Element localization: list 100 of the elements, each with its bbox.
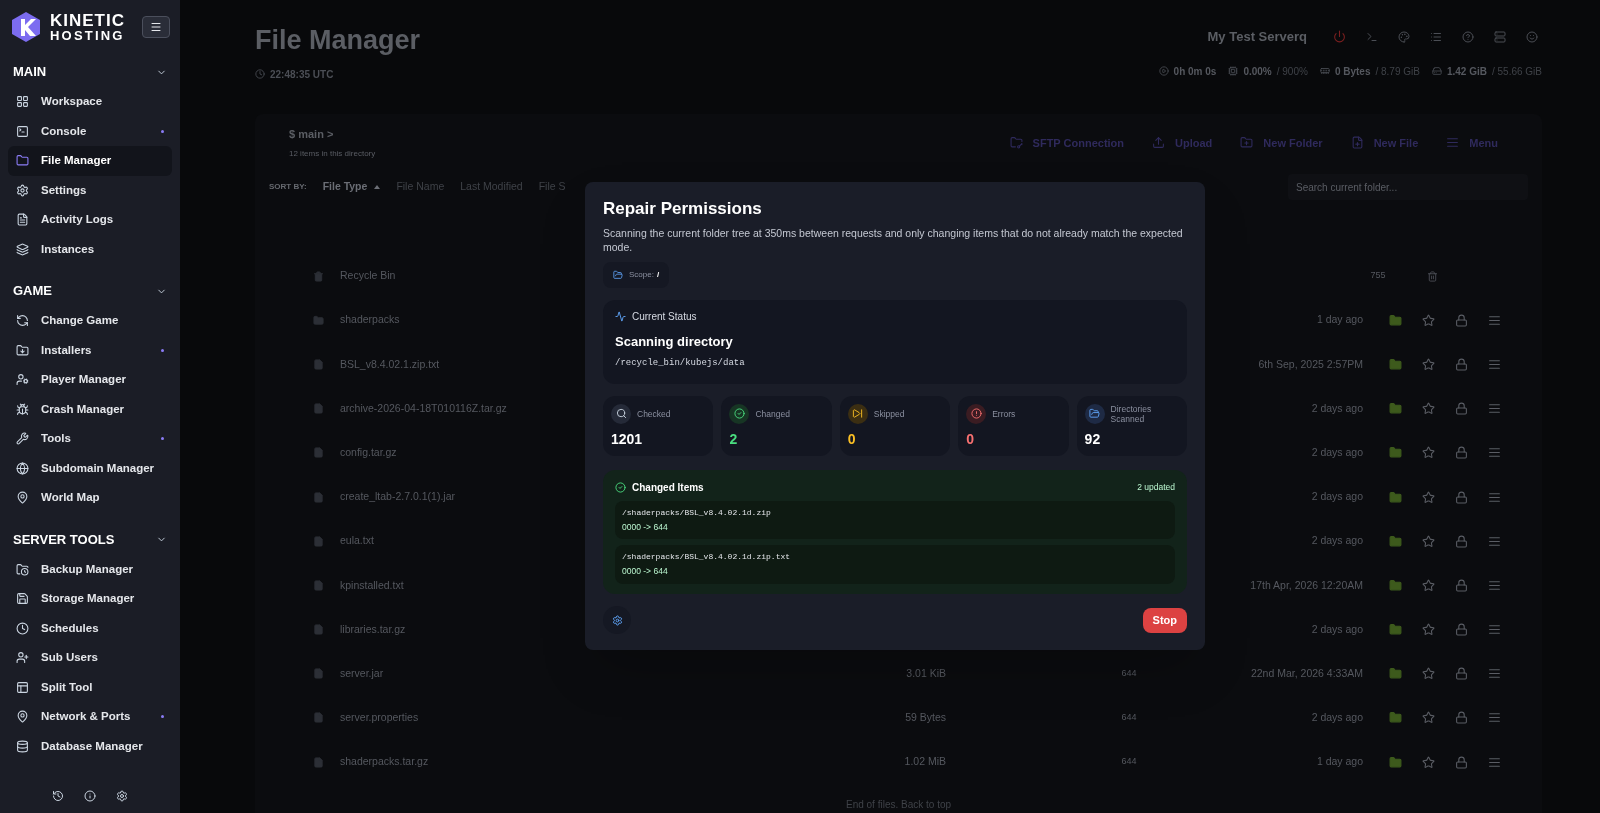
star-icon[interactable] — [1422, 578, 1435, 592]
menu-icon[interactable] — [1488, 667, 1501, 681]
sidebar-item[interactable]: Settings — [8, 175, 172, 205]
sidebar-item[interactable]: Tools — [8, 424, 172, 454]
menu-button[interactable] — [142, 16, 170, 38]
sidebar-item[interactable]: Split Tool — [8, 672, 172, 702]
modified-date: 2 days ago — [1310, 400, 1363, 416]
terminal-icon[interactable] — [1366, 30, 1378, 43]
stat-label: Directories Scanned — [1110, 403, 1153, 424]
star-icon[interactable] — [1422, 446, 1435, 460]
menu-icon[interactable] — [1488, 490, 1501, 504]
sidebar-item[interactable]: Schedules — [8, 613, 172, 643]
menu-icon[interactable] — [1488, 711, 1501, 725]
menu-icon[interactable] — [1488, 446, 1501, 460]
star-icon[interactable] — [1422, 667, 1435, 681]
user-plus-icon — [16, 651, 29, 665]
history-icon[interactable] — [52, 790, 64, 802]
folder-icon[interactable] — [1389, 711, 1402, 725]
section-header[interactable]: MAIN — [0, 57, 180, 87]
star-icon[interactable] — [1422, 711, 1435, 725]
sidebar-item[interactable]: Database Manager — [8, 731, 172, 761]
sidebar-item[interactable]: Backup Manager — [8, 554, 172, 584]
star-icon[interactable] — [1422, 623, 1435, 637]
stop-button[interactable]: Stop — [1142, 607, 1187, 633]
sidebar-item[interactable]: Network & Ports — [8, 702, 172, 732]
star-icon[interactable] — [1422, 402, 1435, 416]
sidebar-item[interactable]: Workspace — [8, 87, 172, 117]
menu-icon — [1446, 136, 1460, 150]
brand-subtitle: HOSTING — [50, 29, 125, 42]
star-icon[interactable] — [1422, 755, 1435, 769]
lock-icon[interactable] — [1455, 446, 1468, 460]
search-field[interactable]: Search current folder... — [1288, 174, 1528, 200]
lock-icon[interactable] — [1455, 402, 1468, 416]
star-icon[interactable] — [1422, 534, 1435, 548]
folder-icon[interactable] — [1389, 667, 1402, 681]
lock-icon[interactable] — [1455, 578, 1468, 592]
sidebar-item[interactable]: Change Game — [8, 306, 172, 336]
smile-icon[interactable] — [1526, 30, 1538, 43]
modified-date: 2 days ago — [1310, 533, 1363, 549]
sidebar-item[interactable]: World Map — [8, 483, 172, 513]
lock-icon[interactable] — [1455, 490, 1468, 504]
stat-value: 1201 — [611, 429, 644, 449]
file-icon — [313, 624, 324, 636]
sidebar-item[interactable]: File Manager — [8, 146, 172, 176]
lock-icon[interactable] — [1455, 667, 1468, 681]
folder-icon[interactable] — [1389, 446, 1402, 460]
lock-icon[interactable] — [1455, 711, 1468, 725]
file-permissions: 644 — [1120, 667, 1138, 681]
menu-icon[interactable] — [1488, 755, 1501, 769]
menu-icon[interactable] — [1488, 313, 1501, 327]
lock-icon[interactable] — [1455, 623, 1468, 637]
sidebar-item[interactable]: Crash Manager — [8, 394, 172, 424]
star-icon[interactable] — [1422, 490, 1435, 504]
lock-icon[interactable] — [1455, 313, 1468, 327]
lock-icon[interactable] — [1455, 534, 1468, 548]
stat-value: 0 — [847, 429, 857, 449]
menu-icon[interactable] — [1488, 357, 1501, 371]
resource-limit: / 8.79 GiB — [1375, 64, 1420, 79]
section-header[interactable]: GAME — [0, 276, 180, 306]
lock-icon[interactable] — [1455, 755, 1468, 769]
modified-date: 2 days ago — [1310, 621, 1363, 637]
sort-option[interactable]: File Type — [322, 179, 381, 195]
folder-icon[interactable] — [1389, 534, 1402, 548]
section-header[interactable]: SERVER TOOLS — [0, 524, 180, 555]
folder-icon[interactable] — [1389, 402, 1402, 416]
file-icon — [313, 447, 324, 459]
settings-icon[interactable] — [116, 790, 128, 802]
file-size: 1.02 MiB — [903, 754, 946, 770]
server-icon[interactable] — [1494, 30, 1506, 43]
star-icon[interactable] — [1422, 313, 1435, 327]
check-circle-icon — [615, 481, 626, 493]
star-icon[interactable] — [1422, 357, 1435, 371]
info-icon[interactable] — [84, 790, 96, 802]
menu-icon[interactable] — [1488, 623, 1501, 637]
help-icon[interactable] — [1462, 30, 1474, 43]
folder-icon[interactable] — [1389, 313, 1402, 327]
folder-icon[interactable] — [1389, 357, 1402, 371]
folder-icon[interactable] — [1389, 490, 1402, 504]
menu-icon[interactable] — [1488, 534, 1501, 548]
folder-icon[interactable] — [1389, 755, 1402, 769]
palette-icon[interactable] — [1398, 30, 1410, 43]
sidebar-item[interactable]: Storage Manager — [8, 584, 172, 614]
sidebar-item[interactable]: Subdomain Manager — [8, 453, 172, 483]
sidebar-item[interactable]: Installers — [8, 335, 172, 365]
sidebar-item[interactable]: Sub Users — [8, 643, 172, 673]
sidebar-item[interactable]: Activity Logs — [8, 205, 172, 235]
permission-change: 0000 -> 644 — [622, 520, 669, 534]
menu-icon[interactable] — [1488, 578, 1501, 592]
settings-button[interactable] — [603, 606, 631, 634]
power-icon[interactable] — [1333, 30, 1346, 44]
status-path: /recycle_bin/kubejs/data — [615, 357, 746, 370]
menu-icon[interactable] — [1488, 402, 1501, 416]
lock-icon[interactable] — [1455, 357, 1468, 371]
trash-icon[interactable] — [1427, 270, 1438, 282]
folder-icon[interactable] — [1389, 578, 1402, 592]
sidebar-item[interactable]: Instances — [8, 234, 172, 264]
sidebar-item[interactable]: Player Manager — [8, 365, 172, 395]
folder-icon[interactable] — [1389, 623, 1402, 637]
sidebar-item[interactable]: Console — [8, 116, 172, 146]
list-icon[interactable] — [1430, 30, 1442, 43]
